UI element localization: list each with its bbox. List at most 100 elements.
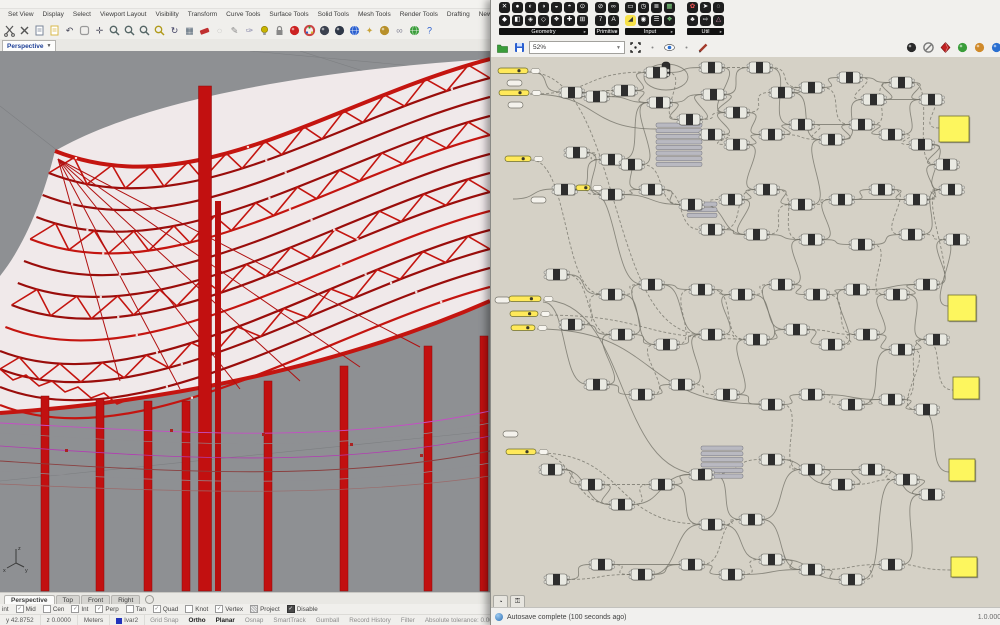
gh-node[interactable] bbox=[904, 194, 929, 206]
menu-tab-render-tools[interactable]: Render Tools bbox=[400, 11, 438, 18]
osnap-checkbox[interactable] bbox=[185, 605, 193, 613]
named-views-icon[interactable]: ▦ bbox=[182, 23, 196, 37]
gh-node[interactable] bbox=[699, 519, 724, 531]
text-icon[interactable]: A bbox=[608, 15, 619, 26]
status-toggle-smarttrack[interactable]: SmartTrack bbox=[268, 617, 310, 624]
perspective-viewport[interactable]: zxy bbox=[0, 51, 490, 592]
gh-node[interactable] bbox=[584, 91, 609, 103]
gh-param-capsule[interactable] bbox=[531, 197, 546, 203]
gh-node[interactable] bbox=[849, 239, 874, 251]
jump-icon[interactable]: ⇨ bbox=[700, 15, 711, 26]
gh-node[interactable] bbox=[919, 489, 944, 501]
number-slider-icon[interactable]: ◢ bbox=[625, 15, 636, 26]
gh-node[interactable] bbox=[589, 559, 614, 571]
gh-node[interactable] bbox=[599, 289, 624, 301]
gh-list-item[interactable] bbox=[656, 134, 702, 138]
menu-tab-select[interactable]: Select bbox=[73, 11, 91, 18]
osnap-knot[interactable]: Knot bbox=[185, 605, 208, 613]
gh-node[interactable] bbox=[854, 329, 879, 341]
gh-node[interactable] bbox=[804, 289, 829, 301]
hide-icon[interactable]: ◌ bbox=[212, 23, 226, 37]
osnap-checkbox[interactable] bbox=[43, 605, 51, 613]
osnap-checkbox[interactable] bbox=[126, 605, 134, 613]
units-readout[interactable]: Meters bbox=[78, 615, 110, 625]
rotate-view-icon[interactable]: ↻ bbox=[167, 23, 181, 37]
osnap-checkbox[interactable]: ✓ bbox=[71, 605, 79, 613]
gh-param-capsule[interactable] bbox=[507, 80, 522, 86]
select-brush-icon[interactable]: ✑ bbox=[242, 23, 256, 37]
gradient-icon[interactable]: ❖ bbox=[664, 15, 675, 26]
menu-tab-viewport-layout[interactable]: Viewport Layout bbox=[100, 11, 147, 18]
preview-eye-icon[interactable] bbox=[662, 41, 676, 55]
field-icon[interactable]: ❖ bbox=[551, 15, 562, 26]
gh-node[interactable] bbox=[924, 334, 949, 346]
gh-panel[interactable] bbox=[953, 377, 980, 400]
osnap-int[interactable]: ✓Int bbox=[71, 605, 88, 613]
gh-node[interactable] bbox=[689, 469, 714, 481]
gh-list-item[interactable] bbox=[656, 162, 702, 166]
sketch-pen-icon[interactable] bbox=[696, 41, 710, 55]
gh-node[interactable] bbox=[799, 234, 824, 246]
gh-node[interactable] bbox=[789, 119, 814, 131]
tools-yellow-icon[interactable]: ✦ bbox=[362, 23, 376, 37]
menu-tab-mesh-tools[interactable]: Mesh Tools bbox=[358, 11, 391, 18]
status-toggle-grid-snap[interactable]: Grid Snap bbox=[145, 617, 183, 624]
tree-icon[interactable]: ♣ bbox=[687, 15, 698, 26]
gh-node[interactable] bbox=[769, 87, 794, 99]
number-slider[interactable] bbox=[576, 185, 602, 191]
cut-icon[interactable] bbox=[2, 23, 16, 37]
gh-node[interactable] bbox=[799, 82, 824, 94]
gh-node[interactable] bbox=[739, 514, 764, 526]
gh-node[interactable] bbox=[729, 289, 754, 301]
gh-node[interactable] bbox=[701, 89, 726, 101]
gh-node[interactable] bbox=[559, 87, 584, 99]
gh-node[interactable] bbox=[914, 279, 939, 291]
osnap-project[interactable]: Project bbox=[250, 605, 280, 613]
osnap-checkbox[interactable]: ✓ bbox=[16, 605, 24, 613]
gh-node[interactable] bbox=[579, 479, 604, 491]
number-slider[interactable] bbox=[509, 296, 553, 302]
gh-node[interactable] bbox=[699, 62, 724, 74]
preview-off-icon[interactable] bbox=[921, 41, 935, 55]
gh-node[interactable] bbox=[654, 339, 679, 351]
osnap-quad[interactable]: ✓Quad bbox=[153, 605, 178, 613]
remote-icon[interactable]: △ bbox=[713, 15, 724, 26]
gh-node[interactable] bbox=[584, 379, 609, 391]
gh-node[interactable] bbox=[829, 479, 854, 491]
gh-node[interactable] bbox=[899, 229, 924, 241]
osnap-checkbox[interactable]: ✓ bbox=[287, 605, 295, 613]
zoom-dynamic-icon[interactable] bbox=[107, 23, 121, 37]
undo-icon[interactable]: ↶ bbox=[62, 23, 76, 37]
gh-node[interactable] bbox=[799, 564, 824, 576]
gh-list-item[interactable] bbox=[701, 463, 743, 467]
osnap-checkbox[interactable] bbox=[250, 605, 258, 613]
value-list-icon[interactable]: ≣ bbox=[651, 2, 662, 13]
gh-node[interactable] bbox=[699, 129, 724, 141]
gh-node[interactable] bbox=[837, 72, 862, 84]
status-toggle-gumball[interactable]: Gumball bbox=[311, 617, 344, 624]
gh-node[interactable] bbox=[914, 404, 939, 416]
current-layer[interactable]: Ivar2 bbox=[110, 615, 145, 625]
zoom-window-icon[interactable] bbox=[122, 23, 136, 37]
preview-gem-icon[interactable] bbox=[938, 41, 952, 55]
gh-node[interactable] bbox=[861, 94, 886, 106]
gh-node[interactable] bbox=[839, 574, 864, 586]
sphere-prim-icon[interactable]: ◇ bbox=[538, 15, 549, 26]
gh-node[interactable] bbox=[724, 139, 749, 151]
gh-node[interactable] bbox=[649, 479, 674, 491]
gh-node[interactable] bbox=[759, 399, 784, 411]
gh-list-item[interactable] bbox=[701, 457, 743, 461]
gh-node[interactable] bbox=[744, 229, 769, 241]
gh-list-item[interactable] bbox=[656, 145, 702, 149]
gh-panel[interactable] bbox=[951, 557, 978, 578]
earth-blue-icon[interactable] bbox=[347, 23, 361, 37]
status-toggle-record-history[interactable]: Record History bbox=[344, 617, 396, 624]
number-slider[interactable] bbox=[505, 156, 543, 162]
menu-tab-curve-tools[interactable]: Curve Tools bbox=[226, 11, 260, 18]
gh-node[interactable] bbox=[944, 234, 969, 246]
save-file-icon[interactable] bbox=[512, 41, 526, 55]
gh-node[interactable] bbox=[629, 389, 654, 401]
gh-node[interactable] bbox=[799, 389, 824, 401]
gh-node[interactable] bbox=[639, 184, 664, 196]
gh-node[interactable] bbox=[879, 129, 904, 141]
